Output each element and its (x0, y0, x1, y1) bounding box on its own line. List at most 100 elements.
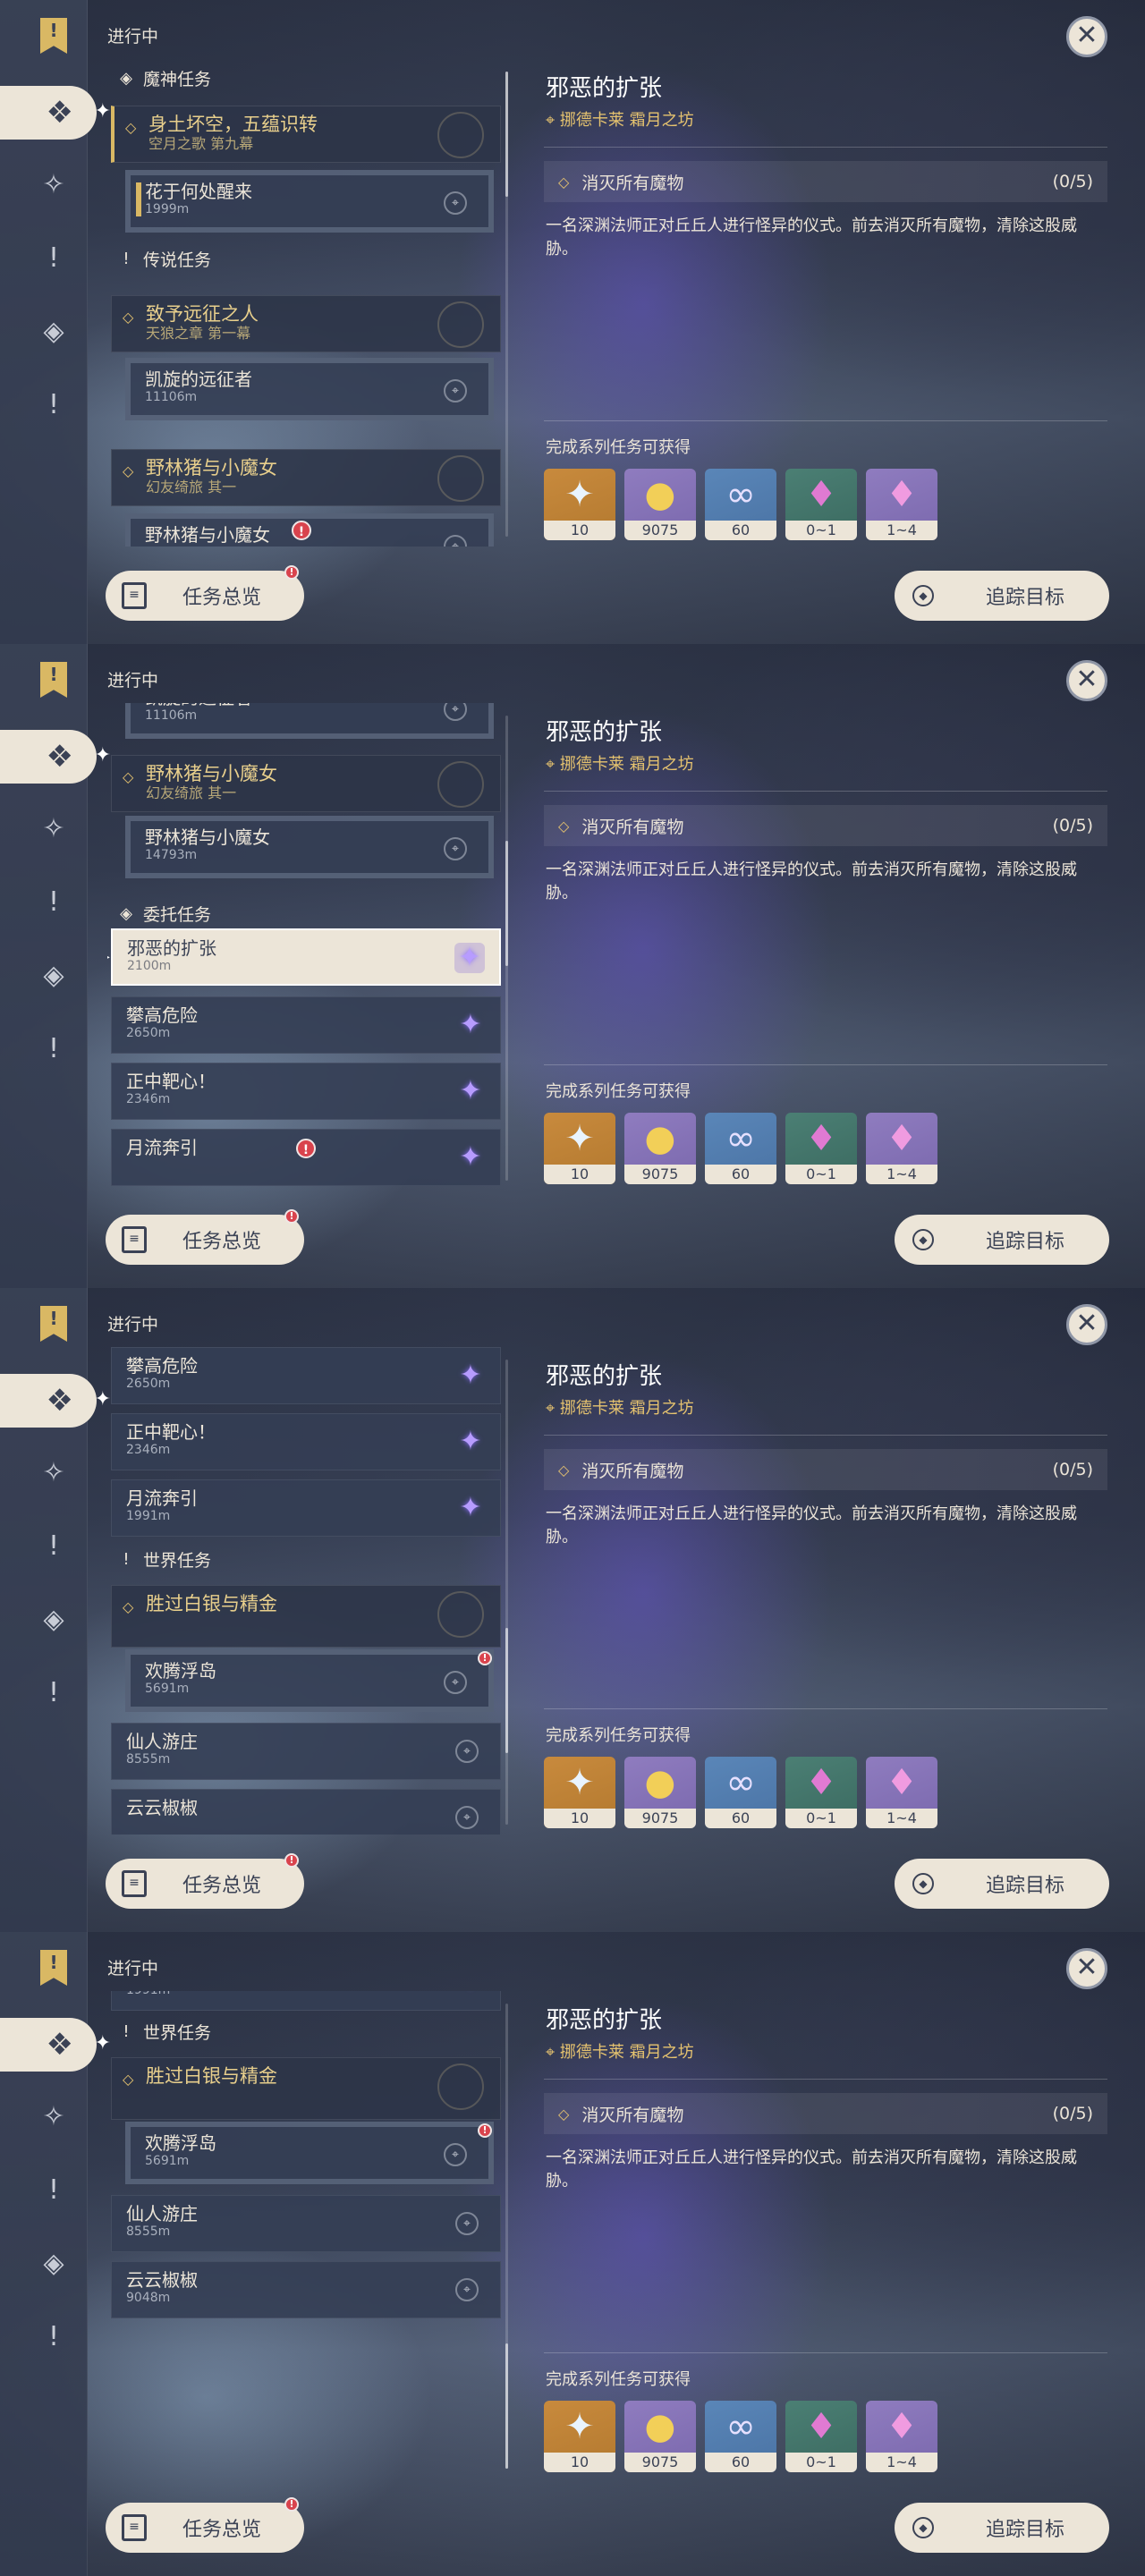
location-pin-icon[interactable]: ⌖ (455, 2278, 479, 2301)
reward-item[interactable]: ● 9075 (624, 1113, 696, 1184)
reward-item[interactable]: ♦ 0~1 (785, 2401, 857, 2472)
commission-item[interactable]: 正中靶心！ 2346m ✦ (111, 1063, 501, 1120)
quest-item[interactable]: ◇ 野林猪与小魔女 幻友绮旅 其一 (111, 449, 501, 506)
commission-item-selected[interactable]: ▶邪恶的扩张2100m✦ (107, 928, 501, 986)
reward-item[interactable]: ✦ 10 (544, 2401, 615, 2472)
commission-icon: ✦ (459, 1075, 482, 1106)
location-pin-icon[interactable]: ⌖ (455, 2212, 479, 2235)
quest-overview-button[interactable]: ≡ 任务总览! (106, 2497, 304, 2553)
reward-item[interactable]: ♦ 1~4 (866, 2401, 937, 2472)
quest-item[interactable]: ◇ 野林猪与小魔女 幻友绮旅 其一 (111, 755, 501, 812)
quest-overview-button[interactable]: ≡ 任务总览! (106, 1209, 304, 1265)
location-pin-icon[interactable]: ⌖ (455, 1740, 479, 1763)
quest-item[interactable]: ◇ 胜过白银与精金 (111, 2057, 501, 2120)
scrollbar[interactable] (505, 72, 508, 537)
location-pin-icon[interactable]: ⌖ (444, 2143, 467, 2166)
sidebar-item-commission[interactable]: ❖ ✦ (0, 730, 111, 784)
subquest-item[interactable]: 凯旋的远征者11106m⌖ (125, 358, 494, 420)
commission-item[interactable]: 月流奔引! ✦ (111, 1129, 501, 1186)
reward-item[interactable]: ♦ 0~1 (785, 469, 857, 540)
subquest-item[interactable]: 野林猪与小魔女! ⌖ (125, 513, 494, 547)
alert-badge: ! (296, 1139, 316, 1158)
sidebar-item-legend[interactable]: ! (30, 878, 77, 925)
sidebar-item-legend[interactable]: ! (30, 1522, 77, 1569)
quest-list[interactable]: ◈ 魔神任务 ◇ 身土坏空，五蕴识转 空月之歌 第九幕 花于何处醒来 1999m ⌖ ! 传… (107, 59, 501, 547)
sidebar-item-archon[interactable]: ✧ (30, 161, 77, 208)
world-quest-item[interactable]: 云云椒椒 9048m ⌖ (111, 2261, 501, 2318)
scrollbar[interactable] (505, 716, 508, 1181)
world-quest-item[interactable]: 仙人游庄 8555m ⌖ (111, 1723, 501, 1780)
location-pin-icon[interactable]: ⌖ (444, 191, 467, 215)
commission-item[interactable]: 正中靶心！ 2346m ✦ (111, 1413, 501, 1470)
exclamation-icon: ! (123, 249, 130, 268)
commission-item[interactable]: 月流奔引1991m✦ (111, 1479, 501, 1537)
quest-list[interactable]: 凯旋的远征者11106m⌖ ◇野林猪与小魔女幻友绮旅 其一 野林猪与小魔女147… (107, 703, 501, 1191)
adventure-exp-icon: ∞ (725, 2406, 756, 2447)
sidebar-item-story[interactable]: ◈ (30, 2240, 77, 2286)
quest-item[interactable]: ◇ 身土坏空，五蕴识转 空月之歌 第九幕 (111, 106, 501, 163)
reward-item[interactable]: ∞ 60 (705, 1757, 776, 1828)
sidebar-item-commission[interactable]: ❖ ✦ (0, 1374, 111, 1428)
quest-overview-button[interactable]: ≡ 任务总览! (106, 565, 304, 621)
quest-list[interactable]: 月流奔引1991m✦ !世界任务 ◇胜过白银与精金 欢腾浮岛5691m!⌖ 仙人… (107, 1991, 501, 2479)
sidebar-item-archon[interactable]: ✧ (30, 805, 77, 852)
book-icon: ≡ (122, 1870, 147, 1897)
reward-item[interactable]: ● 9075 (624, 2401, 696, 2472)
reward-item[interactable]: ∞ 60 (705, 1113, 776, 1184)
location-pin-icon[interactable]: ⌖ (444, 1671, 467, 1694)
scrollbar[interactable] (505, 2004, 508, 2469)
sidebar-item-legend[interactable]: ! (30, 234, 77, 281)
subquest-item[interactable]: 花于何处醒来 1999m ⌖ (125, 170, 494, 233)
sidebar-item-world[interactable]: ! (30, 1025, 77, 1072)
status-label: 进行中 (107, 1315, 159, 1335)
reward-item[interactable]: ● 9075 (624, 1757, 696, 1828)
reward-item[interactable]: ♦ 1~4 (866, 469, 937, 540)
quest-screen-2: ! ❖✦ ✧ ! ◈ ! 进行中 凯旋的远征者11106m⌖ ◇野林猪与小魔女幻… (0, 644, 1145, 1288)
reward-item[interactable]: ✦ 10 (544, 1113, 615, 1184)
quest-overview-button[interactable]: ≡ 任务总览! (106, 1853, 304, 1909)
category-archon: ◈ 魔神任务 (114, 63, 211, 93)
reward-item[interactable]: ♦ 0~1 (785, 1757, 857, 1828)
alert-badge: ! (478, 2123, 492, 2138)
world-quest-item[interactable]: 云云椒椒 ⌖ (111, 1789, 501, 1835)
subquest-item[interactable]: 野林猪与小魔女 14793m ⌖ (125, 816, 494, 878)
sidebar-item-story[interactable]: ◈ (30, 308, 77, 354)
quest-item[interactable]: ◇ 致予远征之人 天狼之章 第一幕 (111, 295, 501, 352)
reward-item[interactable]: ♦ 1~4 (866, 1113, 937, 1184)
reward-item[interactable]: ∞ 60 (705, 469, 776, 540)
commission-item[interactable]: 月流奔引1991m✦ (111, 1991, 501, 2011)
location-icon: ⌖ (546, 111, 560, 130)
reward-item[interactable]: ♦ 1~4 (866, 1757, 937, 1828)
rewards-row: ✦ 10 ● 9075 ∞ 60 ♦ 0~1 ♦ 1~4 (544, 469, 937, 540)
reward-item[interactable]: ∞ 60 (705, 2401, 776, 2472)
sidebar-item-legend[interactable]: ! (30, 2166, 77, 2213)
subquest-item[interactable]: 凯旋的远征者11106m⌖ (125, 703, 494, 739)
commission-item[interactable]: 攀高危险 2650m ✦ (111, 996, 501, 1054)
category-world: ! 世界任务 (114, 1544, 211, 1574)
rewards-title: 完成系列任务可获得 (546, 438, 691, 457)
reward-item[interactable]: ✦ 10 (544, 469, 615, 540)
location-pin-icon[interactable]: ⌖ (444, 837, 467, 860)
world-quest-item[interactable]: 仙人游庄 8555m ⌖ (111, 2195, 501, 2252)
sidebar-item-story[interactable]: ◈ (30, 952, 77, 998)
subquest-item[interactable]: 欢腾浮岛 5691m! ⌖ (125, 2122, 494, 2184)
commission-item[interactable]: 攀高危险 2650m ✦ (111, 1347, 501, 1404)
reward-item[interactable]: ● 9075 (624, 469, 696, 540)
sidebar-item-commission[interactable]: ❖ ✦ (0, 86, 111, 140)
scrollbar[interactable] (505, 1360, 508, 1825)
reward-item[interactable]: ♦ 0~1 (785, 1113, 857, 1184)
sidebar-item-archon[interactable]: ✧ (30, 2093, 77, 2140)
sidebar-item-world[interactable]: ! (30, 2313, 77, 2360)
sidebar-item-story[interactable]: ◈ (30, 1596, 77, 1642)
quest-list[interactable]: 攀高危险 2650m ✦ 正中靶心！ 2346m ✦ 月流奔引 1991m ✦ ! 世界任务 … (107, 1347, 501, 1835)
sidebar-item-world[interactable]: ! (30, 381, 77, 428)
rewards-row: ✦ 10 ● 9075 ∞ 60 ♦ 0~1 ♦ 1~4 (544, 1757, 937, 1828)
sidebar-item-world[interactable]: ! (30, 1669, 77, 1716)
reward-item[interactable]: ✦ 10 (544, 1757, 615, 1828)
quest-item[interactable]: ◇ 胜过白银与精金 (111, 1585, 501, 1648)
sidebar-item-commission[interactable]: ❖ ✦ (0, 2018, 111, 2072)
subquest-item[interactable]: 欢腾浮岛 5691m! ⌖ (125, 1649, 494, 1712)
sidebar-item-archon[interactable]: ✧ (30, 1449, 77, 1496)
location-pin-icon[interactable]: ⌖ (444, 379, 467, 402)
location-pin-icon[interactable]: ⌖ (455, 1806, 479, 1829)
